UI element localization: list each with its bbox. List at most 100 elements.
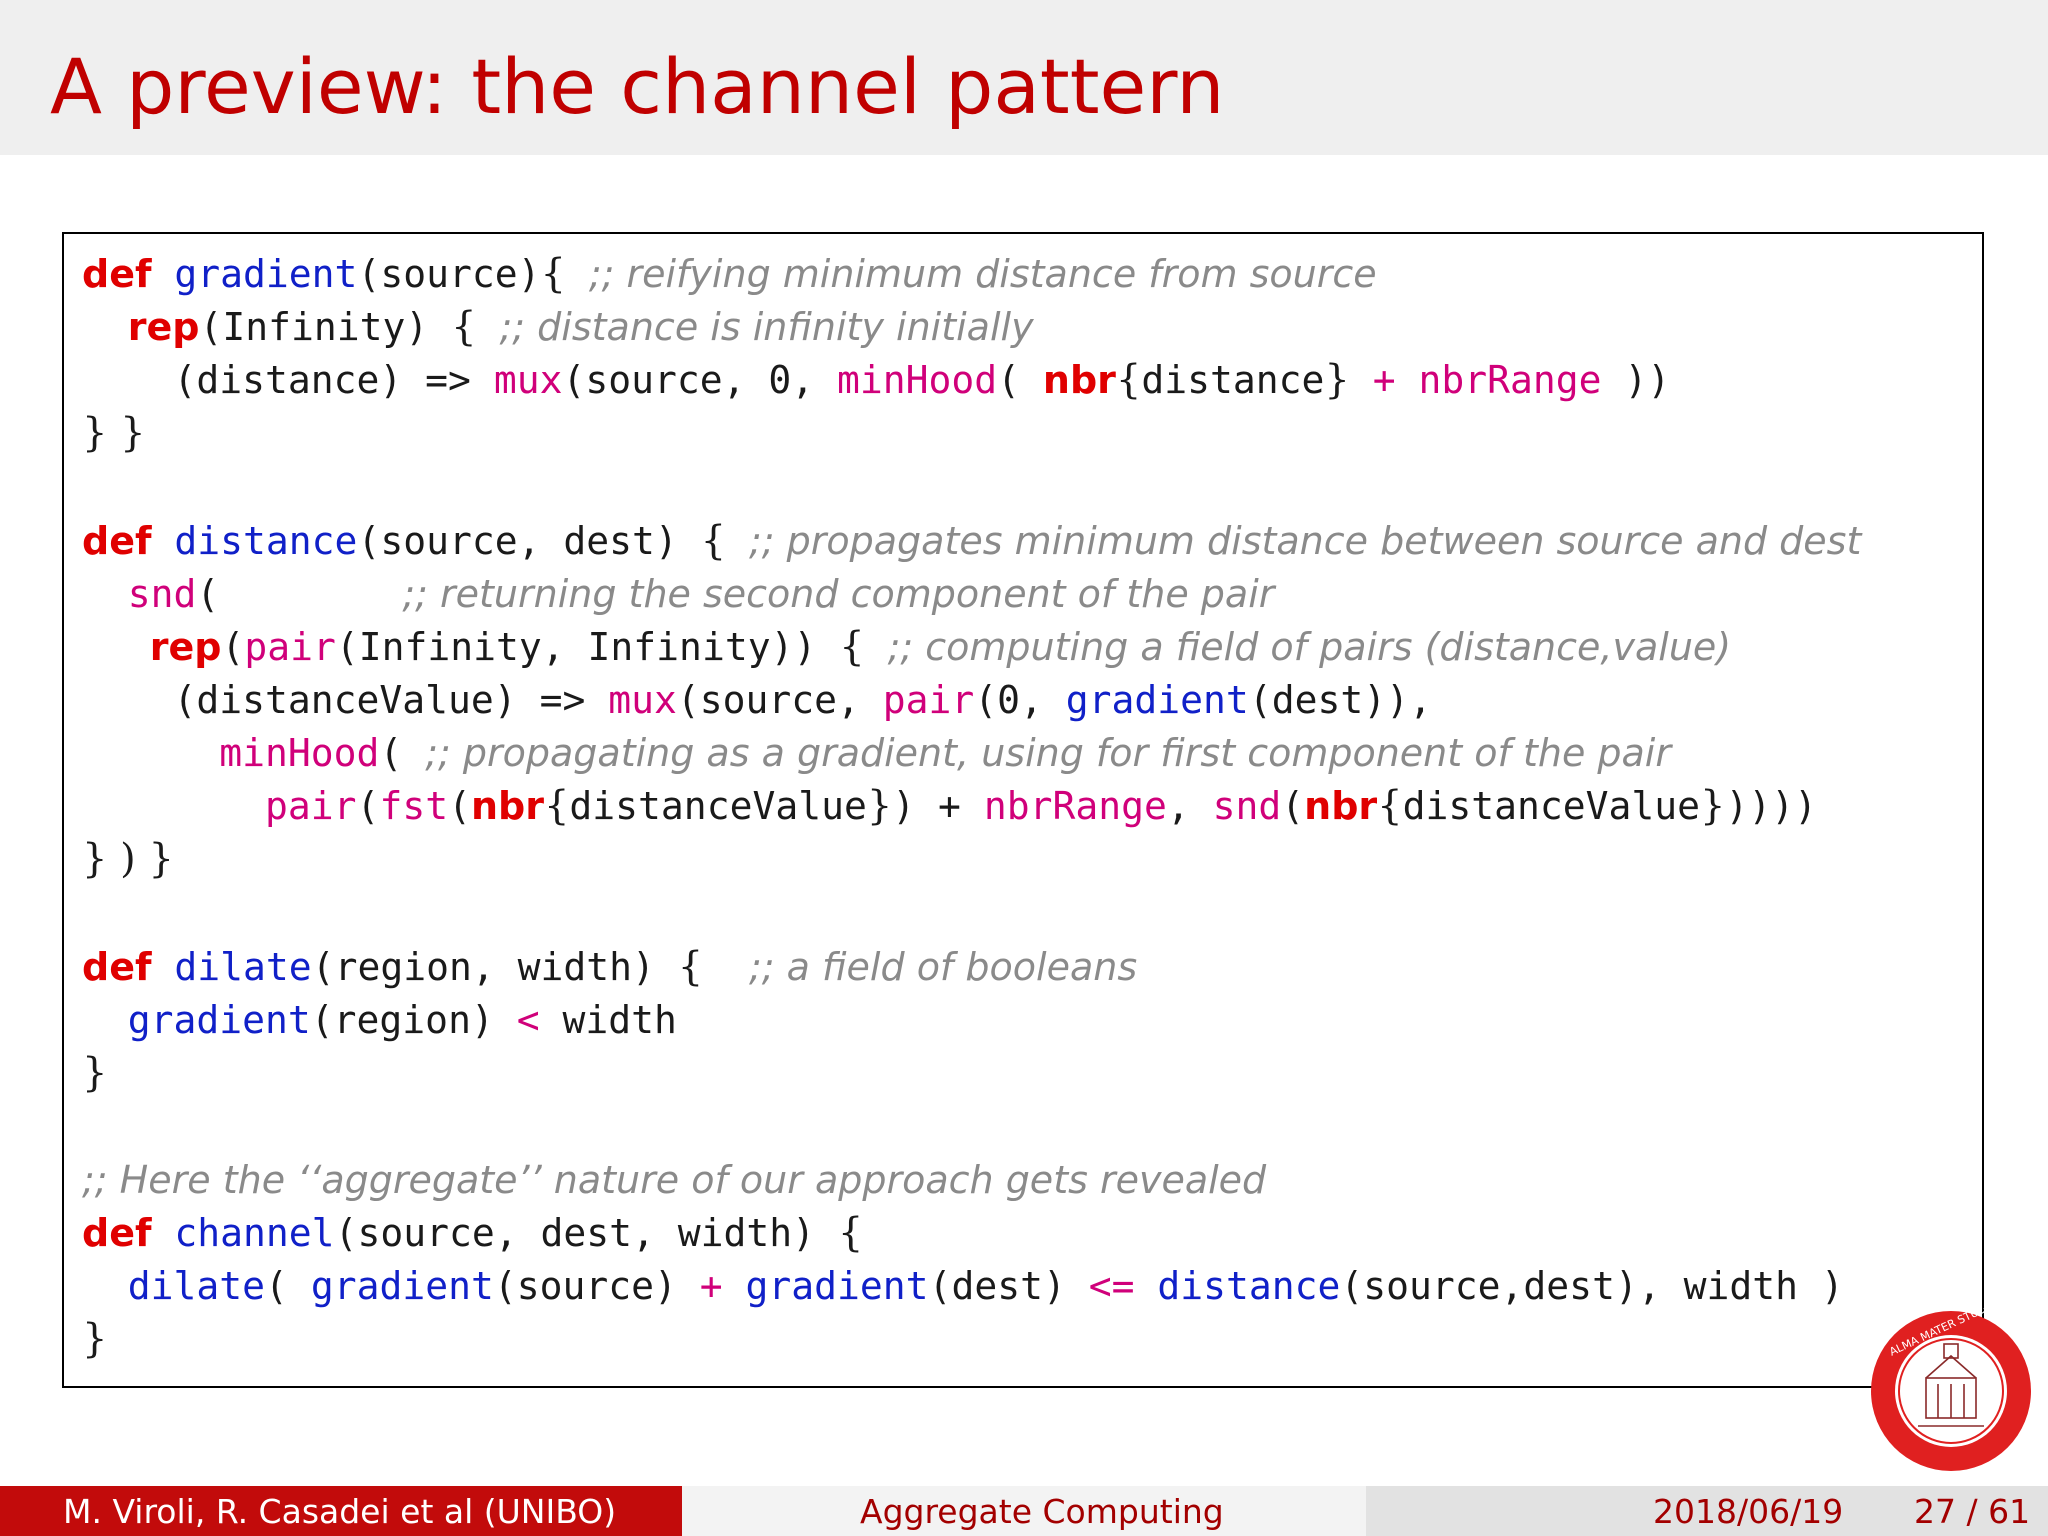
function-name: gradient — [174, 252, 358, 296]
code-comment: ;; returning the second component of the… — [402, 572, 1275, 616]
code-text: (source, — [676, 678, 883, 722]
keyword: def — [82, 519, 152, 563]
brace: { — [837, 1210, 864, 1256]
builtin: nbrRange — [1418, 358, 1602, 402]
operator: < — [516, 998, 540, 1042]
brace: { — [451, 304, 477, 350]
code-text: ( — [379, 731, 426, 775]
footer: M. Viroli, R. Casadei et al (UNIBO) Aggr… — [0, 1486, 2048, 1536]
function-name: dilate — [174, 945, 312, 989]
code-text: ( — [1281, 784, 1305, 828]
builtin: snd — [1212, 784, 1282, 828]
code-line: } — [82, 1047, 107, 1099]
brace: { — [543, 783, 570, 829]
function-name: gradient — [127, 998, 311, 1042]
code-text: ( — [356, 784, 380, 828]
brace: { — [540, 251, 566, 297]
code-text: (source, 0, — [562, 358, 837, 402]
builtin: minHood — [219, 731, 380, 775]
code-text: (dest) — [928, 1264, 1089, 1308]
code-line: def dilate(region, width) { ;; a field o… — [82, 941, 1137, 993]
code-text: (distanceValue) => — [173, 678, 609, 722]
brace: } } — [82, 410, 146, 456]
keyword: rep — [149, 625, 222, 669]
code-text: (Infinity) — [199, 305, 429, 349]
code-text: , — [1166, 784, 1213, 828]
code-text: ( — [221, 625, 245, 669]
code-comment: ;; Here the ‘‘aggregate’’ nature of our … — [82, 1158, 1267, 1202]
brace: } — [82, 1050, 108, 1096]
brace: } — [866, 783, 893, 829]
keyword: rep — [127, 305, 200, 349]
builtin: mux — [608, 678, 677, 722]
code-text: width — [539, 998, 677, 1042]
code-text: distance — [1141, 358, 1325, 402]
date-text: 2018/06/19 — [1653, 1492, 1844, 1531]
code-text: )) — [1601, 358, 1671, 402]
code-text: )))) — [1725, 784, 1817, 828]
university-seal-icon: ALMA MATER STUDIORUM — [1871, 1308, 2031, 1471]
function-name: distance — [1157, 1264, 1341, 1308]
brace: { — [1377, 783, 1403, 829]
builtin: pair — [882, 678, 975, 722]
footer-info: 2018/06/19 27 / 61 — [1366, 1486, 2048, 1536]
code-comment: ;; a field of booleans — [748, 945, 1138, 989]
code-text: (region, width) — [311, 945, 678, 989]
code-line: minHood( ;; propagating as a gradient, u… — [82, 727, 1671, 779]
function-name: channel — [174, 1211, 335, 1255]
function-name: distance — [174, 519, 358, 563]
function-name: gradient — [1065, 678, 1249, 722]
code-comment: ;; reifying minimum distance from source — [588, 252, 1377, 296]
builtin: minHood — [837, 358, 998, 402]
builtin: pair — [265, 784, 357, 828]
keyword: nbr — [1042, 358, 1116, 402]
code-text: ( — [997, 358, 1043, 402]
code-text: (source) — [493, 1264, 700, 1308]
brace: } — [1324, 357, 1350, 403]
code-text: ( — [448, 784, 471, 828]
code-text: ) + — [892, 784, 984, 828]
code-text: (source,dest), width ) — [1340, 1264, 1844, 1308]
operator: <= — [1088, 1264, 1135, 1308]
builtin: mux — [493, 358, 563, 402]
code-comment: ;; propagates minimum distance between s… — [748, 519, 1862, 563]
code-text: (region) — [310, 998, 517, 1042]
code-line: rep(Infinity) { ;; distance is infinity … — [82, 301, 1034, 353]
code-text: (distance) => — [173, 358, 494, 402]
keyword: nbr — [470, 784, 544, 828]
footer-course: Aggregate Computing — [682, 1486, 1366, 1536]
keyword: def — [82, 252, 152, 296]
code-text: distanceValue — [569, 784, 867, 828]
authors-text: M. Viroli, R. Casadei et al (UNIBO) — [63, 1492, 617, 1531]
operator: + — [1372, 358, 1396, 402]
keyword: def — [82, 1211, 152, 1255]
course-text: Aggregate Computing — [860, 1492, 1224, 1531]
code-text: ( — [196, 572, 220, 616]
code-line: (distanceValue) => mux(source, pair(0, g… — [82, 674, 1432, 726]
code-line: pair(fst(nbr{distanceValue}) + nbrRange,… — [82, 780, 1817, 832]
function-name: gradient — [745, 1264, 929, 1308]
code-line: (distance) => mux(source, 0, minHood( nb… — [82, 354, 1671, 406]
footer-authors: M. Viroli, R. Casadei et al (UNIBO) — [0, 1486, 682, 1536]
slide-title: A preview: the channel pattern — [50, 42, 1225, 131]
code-text: (source) — [357, 252, 541, 296]
code-line: def gradient(source){ ;; reifying minimu… — [82, 248, 1377, 300]
code-line: } } — [82, 407, 146, 459]
title-bar: A preview: the channel pattern — [0, 0, 2048, 155]
code-line: gradient(region) < width — [82, 994, 677, 1046]
brace: } — [82, 1316, 108, 1362]
code-text: (Infinity, Infinity)) — [335, 625, 840, 669]
brace: { — [839, 624, 865, 670]
code-comment: ;; computing a field of pairs (distance,… — [887, 625, 1732, 669]
code-line: ;; Here the ‘‘aggregate’’ nature of our … — [82, 1154, 1266, 1206]
code-text: (source, dest) — [357, 519, 701, 563]
code-line: } ) } — [82, 833, 174, 885]
keyword: nbr — [1304, 784, 1378, 828]
code-line: def distance(source, dest) { ;; propagat… — [82, 515, 1861, 567]
slide: A preview: the channel pattern def gradi… — [0, 0, 2048, 1536]
function-name: dilate — [127, 1264, 266, 1308]
code-text: (source, dest, width) — [334, 1211, 838, 1255]
code-line: } — [82, 1313, 107, 1365]
code-comment: ;; distance is infinity initially — [499, 305, 1034, 349]
brace: } — [1700, 783, 1726, 829]
